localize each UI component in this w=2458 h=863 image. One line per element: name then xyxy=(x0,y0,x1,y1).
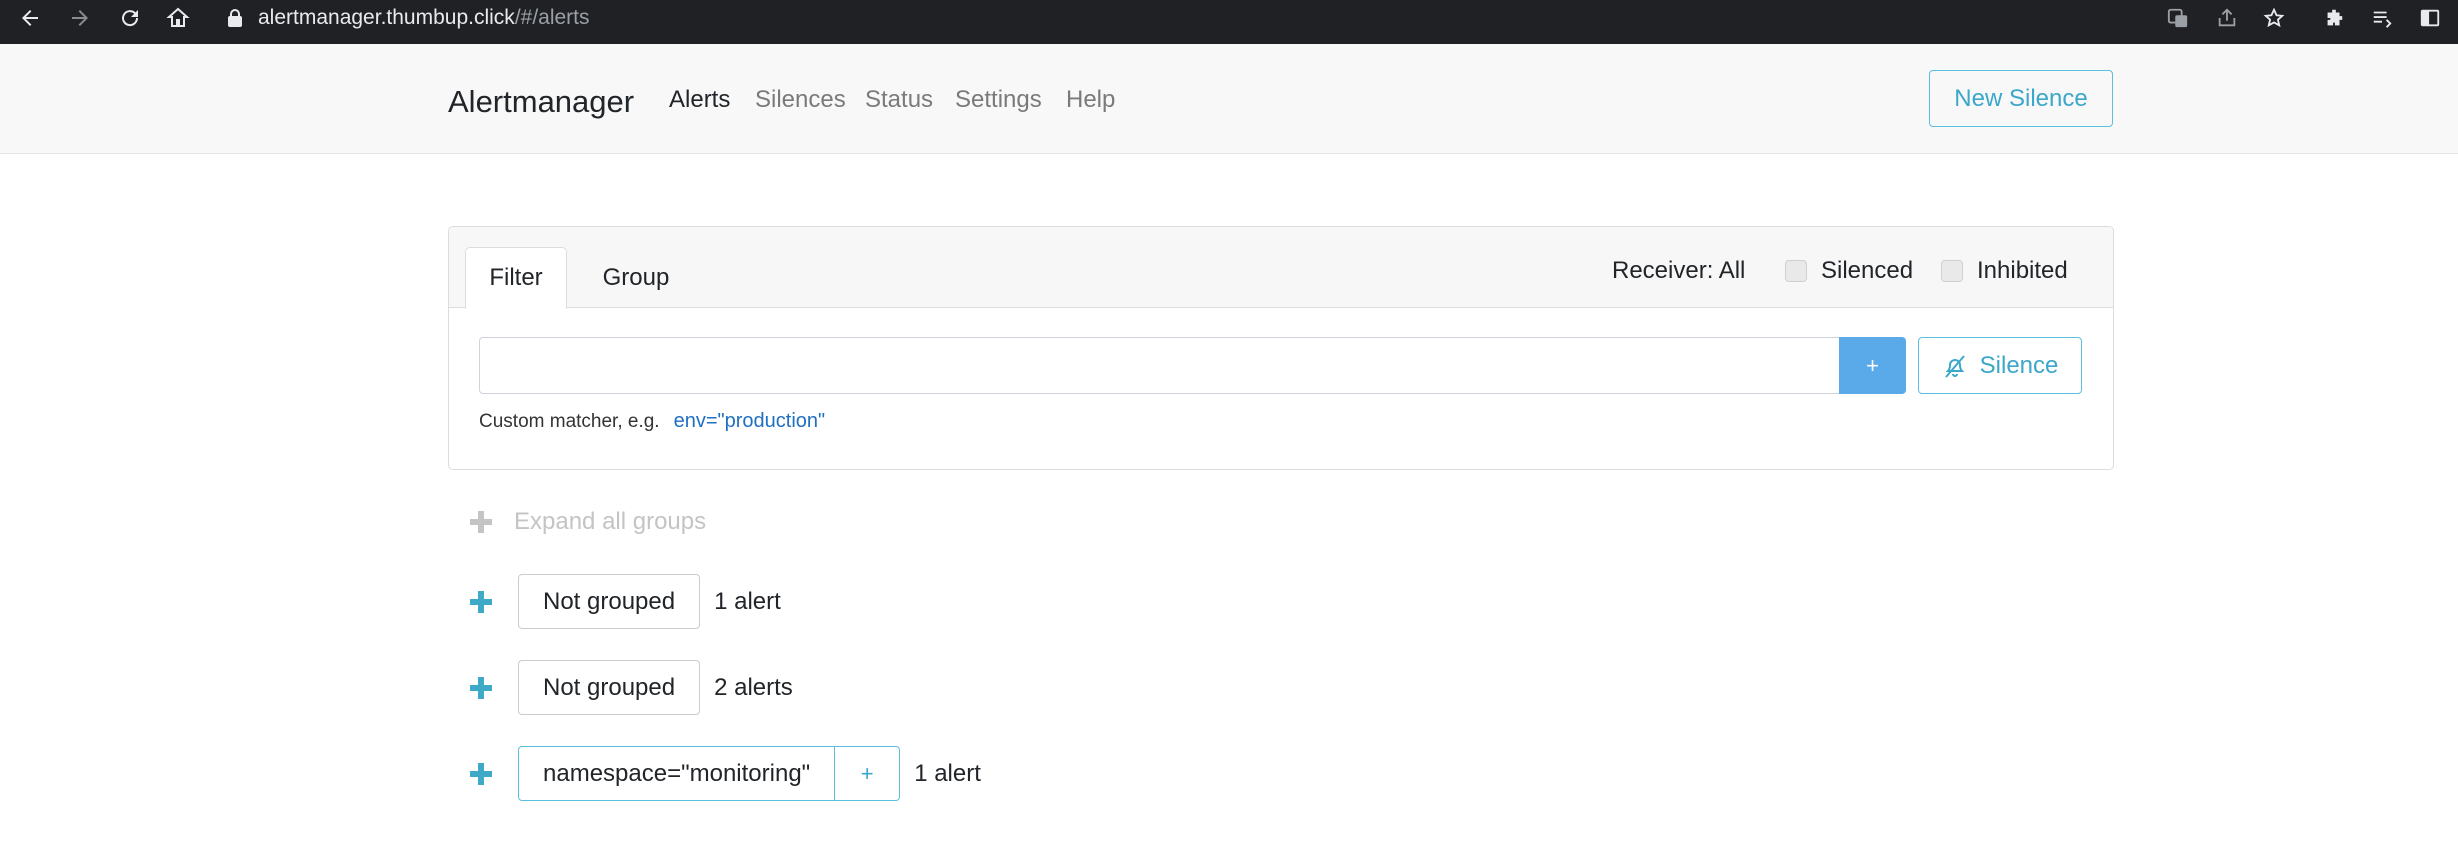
new-silence-button[interactable]: New Silence xyxy=(1929,70,2113,127)
forward-icon[interactable] xyxy=(62,0,98,36)
brand-logo-text[interactable]: Alertmanager xyxy=(448,84,634,120)
silenced-checkbox[interactable]: Silenced xyxy=(1785,257,1913,285)
silenced-checkbox-label: Silenced xyxy=(1821,257,1914,284)
nav-link-help[interactable]: Help xyxy=(1066,86,1115,114)
address-bar[interactable]: alertmanager.thumbup.click/#/alerts xyxy=(212,0,2202,36)
group-alert-count: 2 alerts xyxy=(714,673,793,701)
tab-group[interactable]: Group xyxy=(573,247,699,309)
group-alert-count: 1 alert xyxy=(914,759,981,787)
silence-filter-button[interactable]: Silence xyxy=(1918,337,2082,394)
group-label-pill[interactable]: Not grouped xyxy=(518,574,701,629)
filter-card-header: Filter Group Receiver: All Silenced Inhi… xyxy=(449,227,2113,309)
receiver-selector[interactable]: Receiver: All xyxy=(1612,257,1745,285)
silenced-checkbox-box[interactable] xyxy=(1785,260,1807,282)
group-label-pill[interactable]: namespace="monitoring" xyxy=(518,746,836,801)
lock-icon xyxy=(228,9,242,27)
group-label-pill[interactable]: Not grouped xyxy=(518,660,701,715)
expand-group-plus-icon[interactable] xyxy=(470,590,492,613)
share-icon[interactable] xyxy=(2211,2,2243,34)
matcher-hint: Custom matcher, e.g. env="production" xyxy=(479,410,825,433)
translate-icon[interactable] xyxy=(2162,2,2194,34)
silence-filter-label: Silence xyxy=(1979,351,2059,379)
url-path: /#/alerts xyxy=(514,6,590,29)
nav-link-status[interactable]: Status xyxy=(865,86,933,114)
url-text: alertmanager.thumbup.click/#/alerts xyxy=(258,6,590,30)
alert-group-row: namespace="monitoring" + 1 alert xyxy=(470,746,981,801)
back-icon[interactable] xyxy=(12,0,48,36)
url-host: alertmanager.thumbup.click xyxy=(258,6,515,29)
expand-group-plus-icon[interactable] xyxy=(470,676,492,699)
inhibited-checkbox-box[interactable] xyxy=(1941,260,1963,282)
reload-icon[interactable] xyxy=(112,0,148,36)
matcher-hint-text: Custom matcher, e.g. xyxy=(479,410,660,432)
expand-group-plus-icon[interactable] xyxy=(470,762,492,785)
app-navbar: Alertmanager Alerts Silences Status Sett… xyxy=(0,44,2458,154)
home-icon[interactable] xyxy=(160,0,196,36)
filter-matcher-input[interactable] xyxy=(479,337,1839,394)
add-group-matcher-button[interactable]: + xyxy=(834,746,901,801)
inhibited-checkbox-label: Inhibited xyxy=(1977,257,2068,284)
browser-toolbar: alertmanager.thumbup.click/#/alerts xyxy=(0,0,2458,44)
nav-link-settings[interactable]: Settings xyxy=(955,86,1042,114)
tab-filter[interactable]: Filter xyxy=(465,247,567,309)
add-matcher-button[interactable]: + xyxy=(1839,337,1906,394)
group-alert-count: 1 alert xyxy=(714,587,781,615)
nav-link-silences[interactable]: Silences xyxy=(755,86,846,114)
filter-card: Filter Group Receiver: All Silenced Inhi… xyxy=(448,226,2114,470)
inhibited-checkbox[interactable]: Inhibited xyxy=(1941,257,2068,285)
plus-icon xyxy=(470,511,492,533)
bookmark-star-icon[interactable] xyxy=(2258,2,2290,34)
reading-list-icon[interactable] xyxy=(2366,2,2398,34)
expand-all-groups-label: Expand all groups xyxy=(514,508,707,535)
side-panel-icon[interactable] xyxy=(2414,2,2446,34)
nav-link-alerts[interactable]: Alerts xyxy=(669,86,730,114)
matcher-hint-example-link[interactable]: env="production" xyxy=(674,410,826,433)
expand-all-groups[interactable]: Expand all groups xyxy=(470,508,706,536)
alert-group-row: Not grouped 1 alert xyxy=(470,574,781,629)
alert-group-row: Not grouped 2 alerts xyxy=(470,660,793,715)
extensions-icon[interactable] xyxy=(2318,2,2350,34)
bell-slash-icon xyxy=(1944,354,1965,378)
